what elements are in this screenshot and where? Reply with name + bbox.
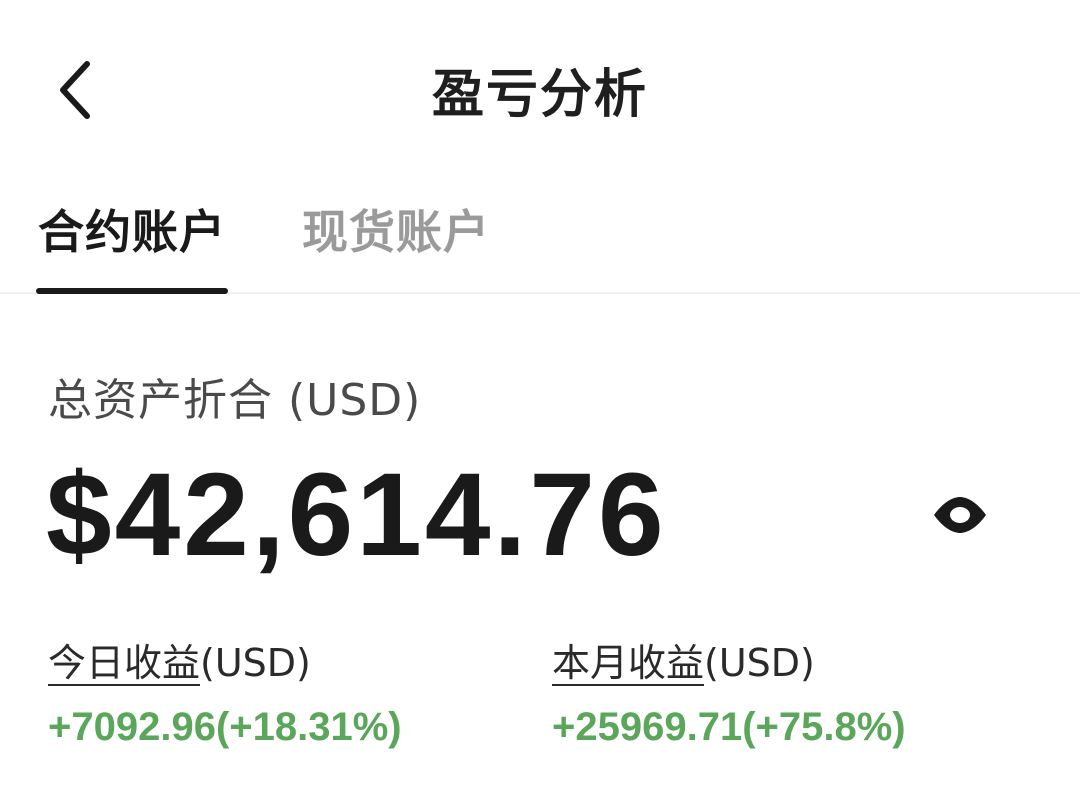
month-income-unit: (USD) <box>704 641 815 685</box>
active-tab-indicator <box>36 288 228 294</box>
total-assets-value: $42,614.76 <box>46 449 667 581</box>
eye-icon <box>934 497 986 533</box>
account-tabs: 合约账户 现货账户 <box>0 180 1080 294</box>
month-income-block: 本月收益(USD) +25969.71(+75.8%) <box>552 632 906 750</box>
today-income-unit: (USD) <box>200 641 311 685</box>
tab-futures-account[interactable]: 合约账户 <box>38 196 226 262</box>
month-income-value: +25969.71(+75.8%) <box>552 705 906 749</box>
visibility-toggle-button[interactable] <box>922 480 998 550</box>
month-income-link[interactable]: 本月收益 <box>552 641 704 685</box>
page-title: 盈亏分析 <box>431 65 648 125</box>
today-income-block: 今日收益(USD) +7092.96(+18.31%) <box>48 632 402 750</box>
today-income-link[interactable]: 今日收益 <box>48 641 200 685</box>
today-income-value: +7092.96(+18.31%) <box>48 705 402 749</box>
tab-spot-account[interactable]: 现货账户 <box>302 196 490 262</box>
top-bar: 盈亏分析 <box>0 0 1080 180</box>
month-income-label: 本月收益(USD) <box>552 632 906 687</box>
today-income-label: 今日收益(USD) <box>48 632 402 687</box>
total-assets-label: 总资产折合 (USD) <box>48 375 422 426</box>
